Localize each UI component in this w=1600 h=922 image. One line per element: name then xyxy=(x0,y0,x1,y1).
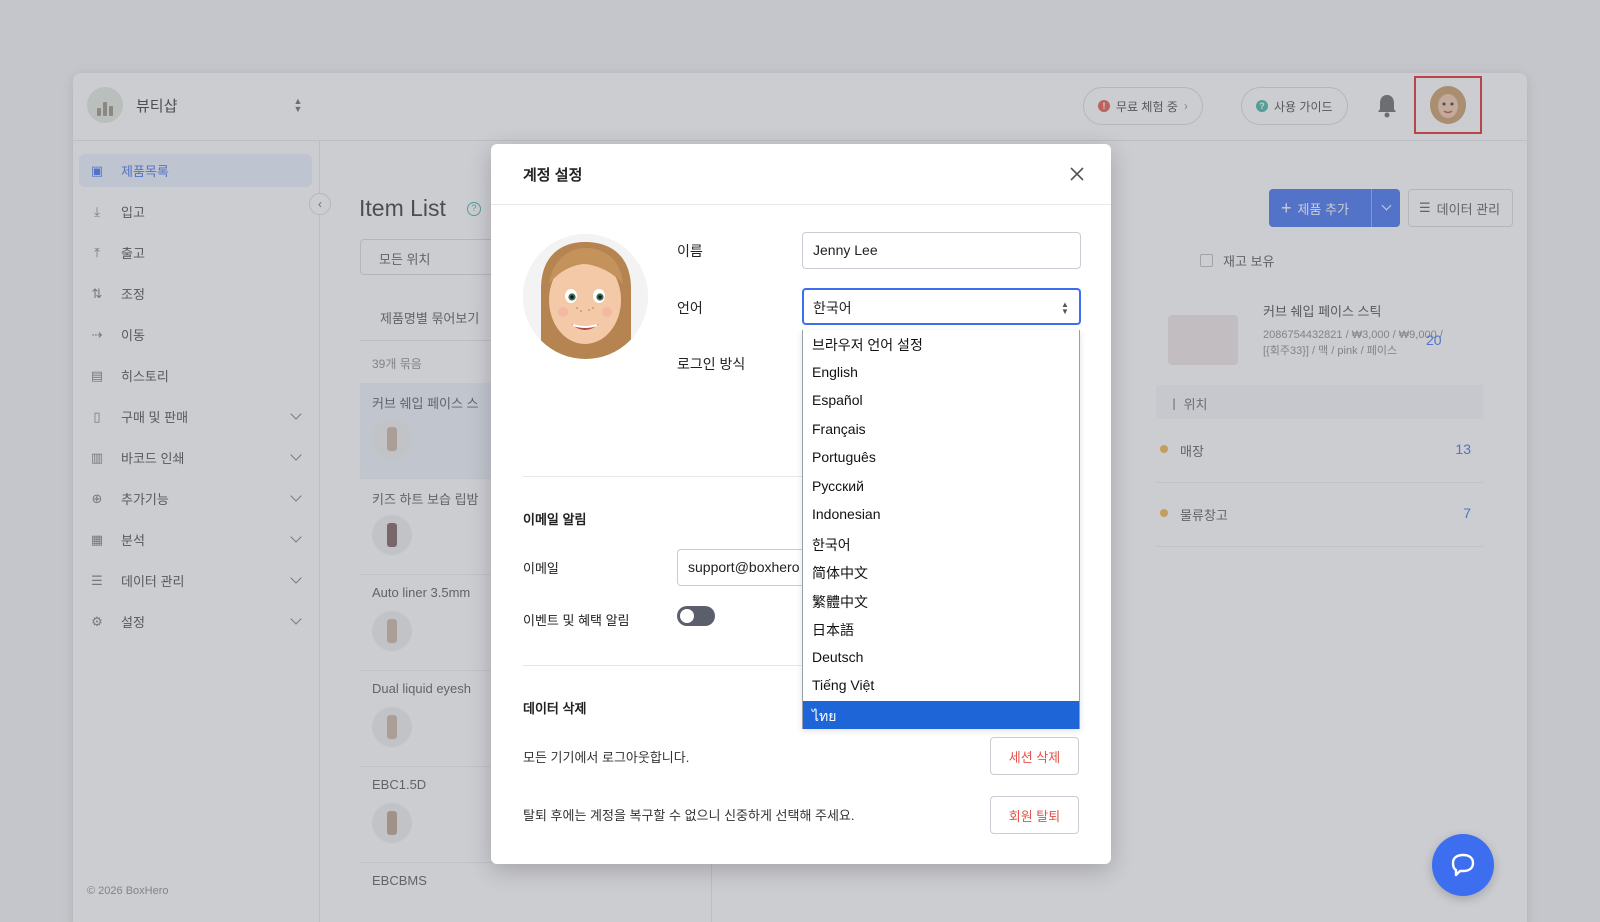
language-label: 언어 xyxy=(677,300,703,316)
modal-header: 계정 설정 xyxy=(491,144,1111,205)
language-option[interactable]: 브라우저 언어 설정 xyxy=(803,330,1079,359)
language-select[interactable]: 한국어 ▲ ▼ xyxy=(802,288,1081,325)
name-label: 이름 xyxy=(677,243,703,259)
name-input[interactable]: Jenny Lee xyxy=(802,232,1081,269)
language-option[interactable]: 한국어 xyxy=(803,530,1079,559)
select-arrows-icon: ▲ ▼ xyxy=(1061,300,1069,316)
email-label: 이메일 xyxy=(523,561,559,576)
delete-session-button[interactable]: 세션 삭제 xyxy=(990,737,1079,775)
language-option[interactable]: Русский xyxy=(803,473,1079,502)
language-option[interactable]: 简体中文 xyxy=(803,558,1079,587)
withdraw-warning-text: 탈퇴 후에는 계정을 복구할 수 없으니 신중하게 선택해 주세요. xyxy=(523,808,855,823)
chat-bubble-icon xyxy=(1451,853,1475,877)
language-option[interactable]: Español xyxy=(803,387,1079,416)
logout-all-text: 모든 기기에서 로그아웃합니다. xyxy=(523,750,690,765)
close-icon[interactable] xyxy=(1067,164,1087,184)
language-option[interactable]: Français xyxy=(803,416,1079,445)
language-option[interactable]: 日本語 xyxy=(803,615,1079,644)
data-delete-section: 데이터 삭제 xyxy=(523,701,587,716)
language-dropdown[interactable]: 브라우저 언어 설정 English Español Français Port… xyxy=(802,330,1080,729)
modal-title: 계정 설정 xyxy=(523,167,583,184)
language-option[interactable]: 繁體中文 xyxy=(803,587,1079,616)
event-notify-toggle[interactable] xyxy=(677,606,715,626)
email-notify-section: 이메일 알림 xyxy=(523,512,587,527)
withdraw-button[interactable]: 회원 탈퇴 xyxy=(990,796,1079,834)
language-option[interactable]: English xyxy=(803,359,1079,388)
language-select-value: 한국어 xyxy=(813,300,852,316)
event-notify-label: 이벤트 및 혜택 알림 xyxy=(523,613,630,628)
login-method-label: 로그인 방식 xyxy=(677,356,746,372)
language-option[interactable]: Tiếng Việt xyxy=(803,672,1079,701)
chat-button[interactable] xyxy=(1432,834,1494,896)
language-option-highlighted[interactable]: ไทย xyxy=(803,700,1079,729)
profile-avatar[interactable] xyxy=(523,234,648,359)
language-option[interactable]: Português xyxy=(803,444,1079,473)
language-option[interactable]: Deutsch xyxy=(803,644,1079,673)
language-option[interactable]: Indonesian xyxy=(803,501,1079,530)
